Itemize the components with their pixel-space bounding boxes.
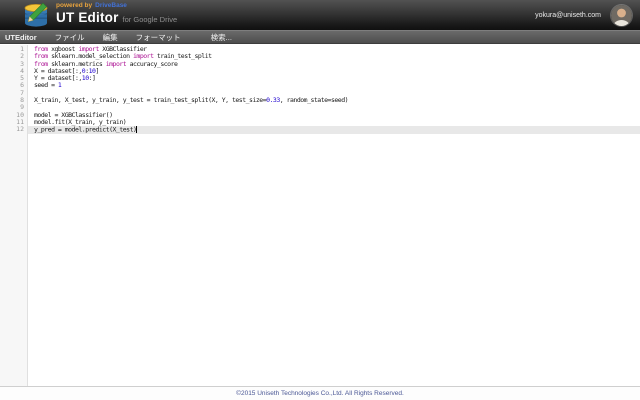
code-line[interactable]	[28, 104, 640, 111]
menu-bar: UTEditor ファイル 編集 フォーマット 検索...	[0, 30, 640, 44]
footer-copyright: ©2015 Uniseth Technologies Co.,Ltd. All …	[0, 386, 640, 400]
user-avatar[interactable]	[611, 4, 632, 26]
menu-search[interactable]: 検索...	[202, 31, 241, 44]
menu-format[interactable]: フォーマット	[127, 31, 190, 44]
app-subtitle: for Google Drive	[122, 15, 178, 24]
line-number: 12	[16, 125, 24, 134]
app-branding: powered by DriveBase UT Editor for Google…	[56, 2, 177, 28]
code-token: seed =	[34, 81, 58, 90]
code-line[interactable]: Y = dataset[:,10:]	[28, 75, 640, 82]
menu-uteditor[interactable]: UTEditor	[0, 31, 46, 44]
code-line[interactable]: X_train, X_test, y_train, y_test = train…	[28, 96, 640, 105]
code-line[interactable]: y_pred = model.predict(X_test)	[28, 125, 640, 134]
code-token: accuracy_score	[129, 59, 178, 68]
app-title: UT Editor	[56, 10, 119, 25]
code-line[interactable]: seed = 1	[28, 82, 640, 89]
code-token: X_train, X_test, y_train, y_test = train…	[34, 96, 267, 105]
code-token: 1	[57, 81, 62, 90]
code-token: :]	[88, 74, 96, 83]
code-line[interactable]: X = dataset[:,0:10]	[28, 66, 640, 75]
brand-link[interactable]: DriveBase	[95, 2, 127, 9]
code-area[interactable]: from xgboost import XGBClassifier from sk…	[28, 45, 640, 386]
code-editor[interactable]: 1 2 3 4 5 6 7 8 9 10 11 12 from xgboost import XGBC…	[0, 44, 640, 386]
user-email[interactable]: yokura@uniseth.com	[535, 12, 601, 19]
menu-edit[interactable]: 編集	[94, 31, 127, 44]
line-number-gutter: 1 2 3 4 5 6 7 8 9 10 11 12	[0, 45, 28, 386]
app-header: powered by DriveBase UT Editor for Google…	[0, 0, 640, 30]
app-window: powered by DriveBase UT Editor for Google…	[0, 0, 640, 400]
code-token: , random_state=seed)	[279, 96, 349, 105]
database-pencil-icon	[24, 2, 48, 27]
code-line[interactable]: from sklearn.metrics import accuracy_sco…	[28, 59, 640, 68]
code-token: y_pred = model.predict(X_test)	[34, 125, 137, 134]
code-token: 0.33	[266, 96, 280, 105]
code-token: 10	[81, 74, 89, 83]
code-token: import	[105, 59, 130, 68]
menu-file[interactable]: ファイル	[46, 31, 94, 44]
powered-by-label: powered by	[56, 2, 93, 9]
text-cursor	[136, 126, 138, 133]
code-token: ]	[95, 66, 99, 75]
